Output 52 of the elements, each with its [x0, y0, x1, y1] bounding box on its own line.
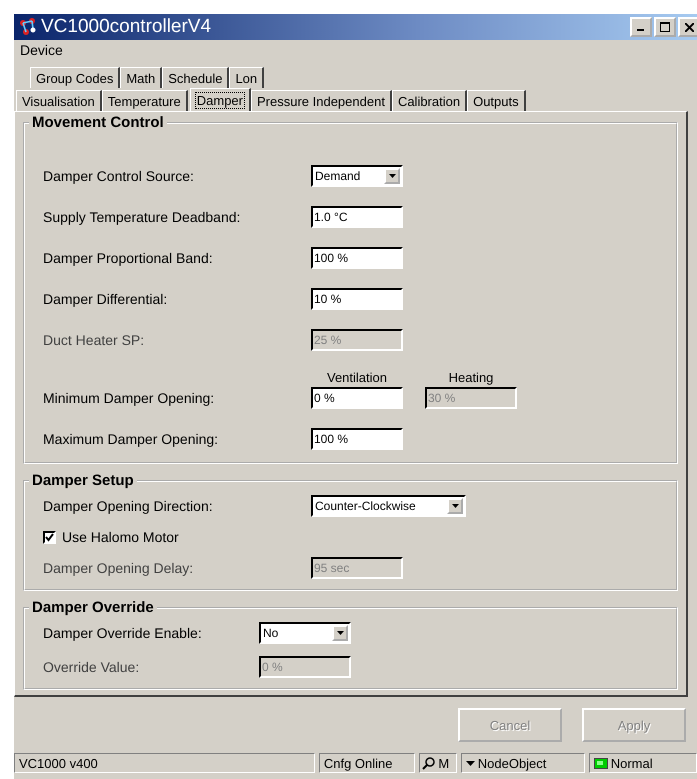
column-header: Heating [448, 370, 494, 387]
tab[interactable]: Math [120, 67, 162, 88]
status-text: VC1000 v400 [19, 756, 98, 770]
status-text: Normal [610, 756, 653, 770]
checkbox-label: Use Halomo Motor [62, 529, 179, 545]
field-label: Supply Temperature Deadband: [43, 209, 242, 225]
app-icon [18, 17, 38, 37]
field-label: Damper Override Enable: [43, 625, 203, 641]
tab[interactable]: Visualisation [16, 90, 102, 111]
tab[interactable]: Calibration [392, 90, 468, 111]
field-label: Minimum Damper Opening: [43, 390, 216, 408]
input-field[interactable]: 100 % [311, 428, 403, 450]
group-title: Damper Setup [31, 472, 135, 489]
field-label: Maximum Damper Opening: [43, 431, 220, 447]
checkbox[interactable] [43, 530, 56, 544]
menu-item[interactable]: Device [20, 42, 63, 58]
status-text: Cnfg Online [324, 756, 392, 770]
search-icon [422, 756, 436, 770]
column-header: Ventilation [327, 370, 387, 387]
input-field[interactable]: 0 % [311, 387, 403, 409]
field-label: Damper Proportional Band: [43, 250, 214, 266]
tab[interactable]: Pressure Independent [251, 90, 392, 111]
minimize-button[interactable] [630, 17, 652, 37]
tab[interactable]: Schedule [162, 67, 230, 88]
field-label: Duct Heater SP: [43, 332, 146, 348]
field-label: Damper Opening Direction: [43, 498, 214, 514]
input-field[interactable]: 100 % [311, 247, 403, 269]
close-icon [684, 22, 694, 32]
close-button[interactable] [678, 17, 697, 37]
status-text: NodeObject [478, 756, 546, 770]
dropdown[interactable]: Demand [311, 165, 403, 187]
input-field[interactable]: 1.0 °C [311, 206, 403, 228]
tab[interactable]: Temperature [102, 90, 188, 111]
status-led-icon [594, 758, 608, 768]
group-title: Damper Override [31, 599, 155, 616]
field-label: Damper Differential: [43, 291, 168, 307]
status-text: M [438, 756, 450, 770]
caret-icon [466, 760, 475, 766]
tab[interactable]: Group Codes [30, 67, 120, 88]
tab[interactable]: Outputs [467, 90, 526, 111]
input-field[interactable]: 10 % [311, 288, 403, 310]
tab[interactable]: Lon [229, 67, 264, 88]
window-title: VC1000controllerV4 [41, 16, 212, 38]
dropdown[interactable]: Counter-Clockwise [311, 495, 466, 517]
group-title: Movement Control [31, 114, 165, 131]
dropdown[interactable]: No [259, 622, 351, 644]
tab[interactable]: Damper [190, 88, 251, 111]
field-label: Override Value: [43, 659, 140, 675]
field-label: Damper Opening Delay: [43, 560, 194, 576]
field-label: Damper Control Source: [43, 168, 195, 184]
maximize-icon [660, 22, 670, 32]
maximize-button[interactable] [654, 17, 676, 37]
